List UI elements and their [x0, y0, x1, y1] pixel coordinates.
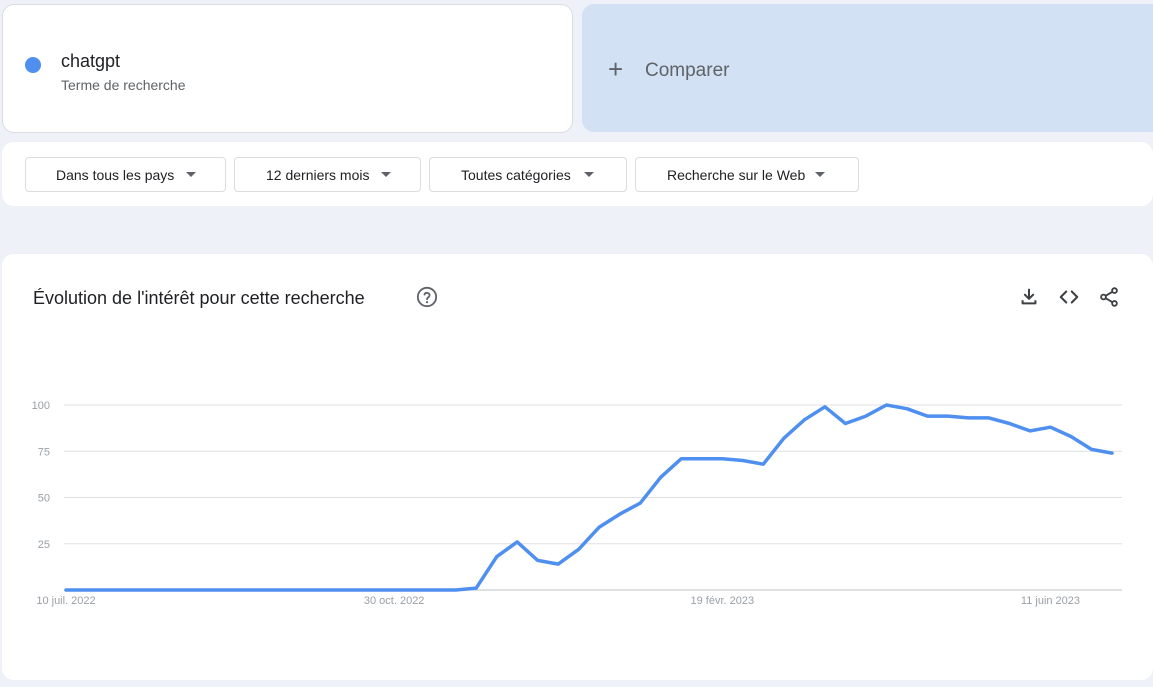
filter-search-type-dropdown[interactable]: Recherche sur le Web: [635, 157, 859, 192]
compare-button[interactable]: + Comparer: [582, 4, 1153, 132]
y-tick-label: 50: [38, 493, 50, 505]
x-tick-label: 19 févr. 2023: [691, 595, 755, 607]
filter-period-label: 12 derniers mois: [266, 166, 370, 183]
search-term-subtitle: Terme de recherche: [61, 77, 186, 93]
interest-over-time-card: Évolution de l'intérêt pour cette recher…: [2, 254, 1153, 680]
x-tick-label: 30 oct. 2022: [364, 595, 425, 607]
dropdown-arrow-icon: [186, 172, 197, 177]
x-tick-label: 10 juil. 2022: [36, 595, 95, 607]
filter-category-dropdown[interactable]: Toutes catégories: [429, 157, 627, 192]
compare-label: Comparer: [645, 60, 730, 81]
y-tick-label: 75: [38, 446, 50, 458]
filter-bar: Dans tous les pays 12 derniers mois Tout…: [2, 142, 1153, 206]
interest-line-chart: 25 50 75 100 10 juil. 2022 30 oct. 2022 19 fév…: [32, 400, 1122, 607]
filter-country-dropdown[interactable]: Dans tous les pays: [25, 157, 226, 192]
dropdown-arrow-icon: [815, 172, 826, 177]
filter-search-type-label: Recherche sur le Web: [667, 166, 806, 183]
y-tick-label: 100: [32, 400, 50, 412]
dropdown-arrow-icon: [583, 172, 594, 177]
plus-icon: +: [608, 54, 624, 84]
filter-country-label: Dans tous les pays: [56, 166, 175, 183]
x-tick-label: 11 juin 2023: [1021, 595, 1080, 607]
filter-category-label: Toutes catégories: [461, 166, 571, 183]
y-tick-label: 25: [38, 539, 50, 551]
search-term-color-dot: [25, 57, 41, 73]
search-term-name[interactable]: chatgpt: [61, 51, 120, 72]
dropdown-arrow-icon: [380, 172, 391, 177]
search-term-card[interactable]: chatgpt Terme de recherche: [2, 4, 573, 133]
filter-period-dropdown[interactable]: 12 derniers mois: [234, 157, 421, 192]
